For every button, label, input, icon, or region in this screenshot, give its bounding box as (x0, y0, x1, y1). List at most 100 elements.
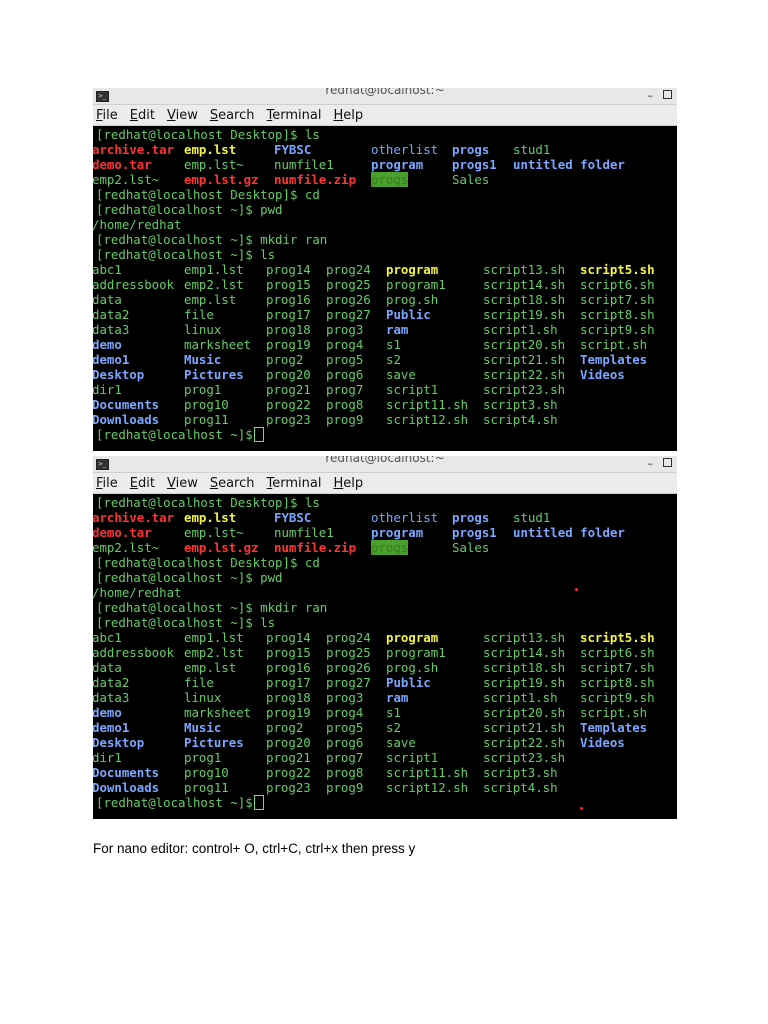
title-bar[interactable]: >_ redhat@localhost:~ – (93, 88, 677, 105)
terminal-text: numfile.zip (274, 540, 357, 555)
terminal-text: [redhat@localhost ~]$ (96, 427, 261, 442)
terminal-line: emp2.lst~ emp.lst.gz numfile.zip progs Sales (93, 172, 677, 187)
terminal-text: [redhat@localhost ~]$ pwd (96, 570, 283, 585)
terminal-text: prog2 (266, 720, 304, 735)
terminal-text: [redhat@localhost ~]$ ls (96, 247, 276, 262)
terminal-text: program (386, 262, 439, 277)
red-speck (580, 807, 583, 810)
terminal-text: prog3 (326, 690, 364, 705)
maximize-button[interactable] (663, 458, 672, 467)
terminal-line: [redhat@localhost ~]$ pwd (93, 202, 677, 217)
terminal-window-2[interactable]: >_ redhat@localhost:~ – File Edit View Sear… (93, 456, 677, 819)
terminal-text: script13.sh (483, 262, 566, 277)
terminal-screen[interactable]: [redhat@localhost Desktop]$ ls archive.ta… (93, 494, 677, 810)
terminal-text: progs (452, 510, 490, 525)
terminal-text: script14.sh (483, 645, 566, 660)
terminal-text: prog8 (326, 765, 364, 780)
minimize-button[interactable]: – (648, 89, 654, 103)
terminal-text: prog5 (326, 352, 364, 367)
menu-edit[interactable]: Edit (130, 476, 155, 491)
terminal-text: demo1 (93, 352, 130, 367)
menu-terminal[interactable]: Terminal (267, 108, 322, 123)
menu-search[interactable]: Search (210, 108, 255, 123)
terminal-text: otherlist (371, 142, 439, 157)
terminal-text: program (386, 630, 439, 645)
terminal-text: Templates (580, 720, 648, 735)
red-speck (575, 588, 578, 591)
terminal-text: prog18 (266, 690, 311, 705)
terminal-text: prog1 (184, 750, 222, 765)
terminal-text: save (386, 367, 416, 382)
terminal-line: /home/redhat (93, 217, 677, 232)
terminal-line: emp2.lst~ emp.lst.gz numfile.zip progs Sales (93, 540, 677, 555)
terminal-text: program (371, 525, 424, 540)
terminal-text: demo (93, 337, 122, 352)
menu-help[interactable]: Help (333, 108, 363, 123)
maximize-button[interactable] (663, 90, 672, 99)
terminal-text: [redhat@localhost Desktop]$ cd (96, 187, 320, 202)
terminal-text: Public (386, 675, 431, 690)
terminal-text: demo.tar (93, 525, 152, 540)
terminal-text: archive.tar (93, 510, 175, 525)
menu-view[interactable]: View (167, 476, 198, 491)
terminal-line: data emp.lst prog16 prog26 prog.sh script18.s… (93, 292, 677, 307)
terminal-text: [redhat@localhost ~]$ ls (96, 615, 276, 630)
terminal-line: [redhat@localhost ~]$ (93, 795, 677, 810)
terminal-text: script13.sh (483, 630, 566, 645)
menu-file[interactable]: File (96, 476, 118, 491)
terminal-text: program1 (386, 645, 446, 660)
terminal-line: dir1 prog1 prog21 prog7 script1 script23.sh (93, 750, 677, 765)
terminal-line: /home/redhat (93, 585, 677, 600)
terminal-text: script8.sh (580, 675, 655, 690)
terminal-text: marksheet (184, 705, 252, 720)
terminal-text: script3.sh (483, 765, 558, 780)
terminal-text: script19.sh (483, 675, 566, 690)
terminal-text: script3.sh (483, 397, 558, 412)
terminal-text: emp2.lst~ (93, 172, 160, 187)
terminal-text: linux (184, 322, 222, 337)
menu-view[interactable]: View (167, 108, 198, 123)
terminal-text: prog17 (266, 675, 311, 690)
terminal-text: prog11 (184, 412, 229, 427)
terminal-text: prog18 (266, 322, 311, 337)
terminal-text: demo.tar (93, 157, 152, 172)
menu-file[interactable]: File (96, 108, 118, 123)
terminal-line: [redhat@localhost Desktop]$ ls (93, 127, 677, 142)
terminal-text: ram (386, 322, 409, 337)
terminal-text: prog27 (326, 675, 371, 690)
terminal-text: prog22 (266, 397, 311, 412)
terminal-text: abc1 (93, 262, 122, 277)
menu-edit[interactable]: Edit (130, 108, 155, 123)
terminal-line: Desktop Pictures prog20 prog6 save script22.s… (93, 367, 677, 382)
terminal-text: Documents (93, 765, 160, 780)
terminal-line: demo1 Music prog2 prog5 s2 script21.sh Templat… (93, 720, 677, 735)
terminal-text: script14.sh (483, 277, 566, 292)
window-title: redhat@localhost:~ (325, 88, 445, 97)
terminal-text: ram (386, 690, 409, 705)
terminal-text: emp2.lst~ (93, 540, 160, 555)
terminal-text: script21.sh (483, 720, 566, 735)
terminal-text: prog22 (266, 765, 311, 780)
terminal-text: script8.sh (580, 307, 655, 322)
terminal-line: data2 file prog17 prog27 Public script19.sh sc… (93, 307, 677, 322)
terminal-text: archive.tar (93, 142, 175, 157)
terminal-text: progs1 (452, 525, 497, 540)
terminal-text: untitled folder (513, 525, 625, 540)
menu-help[interactable]: Help (333, 476, 363, 491)
terminal-text: numfile1 (274, 525, 334, 540)
terminal-text: script22.sh (483, 367, 566, 382)
minimize-button[interactable]: – (648, 457, 654, 471)
terminal-text: Sales (452, 172, 490, 187)
text-cursor (254, 795, 264, 810)
title-bar[interactable]: >_ redhat@localhost:~ – (93, 456, 677, 473)
terminal-text: demo1 (93, 720, 130, 735)
terminal-text: prog4 (326, 705, 364, 720)
menu-search[interactable]: Search (210, 476, 255, 491)
menu-terminal[interactable]: Terminal (267, 476, 322, 491)
terminal-window-1[interactable]: >_ redhat@localhost:~ – File Edit View Sear… (93, 88, 677, 451)
terminal-screen[interactable]: [redhat@localhost Desktop]$ ls archive.ta… (93, 126, 677, 442)
terminal-text: script5.sh (580, 262, 655, 277)
terminal-line: Downloads prog11 prog23 prog9 script12.sh scr… (93, 412, 677, 427)
terminal-text: demo (93, 705, 122, 720)
terminal-text: script21.sh (483, 352, 566, 367)
